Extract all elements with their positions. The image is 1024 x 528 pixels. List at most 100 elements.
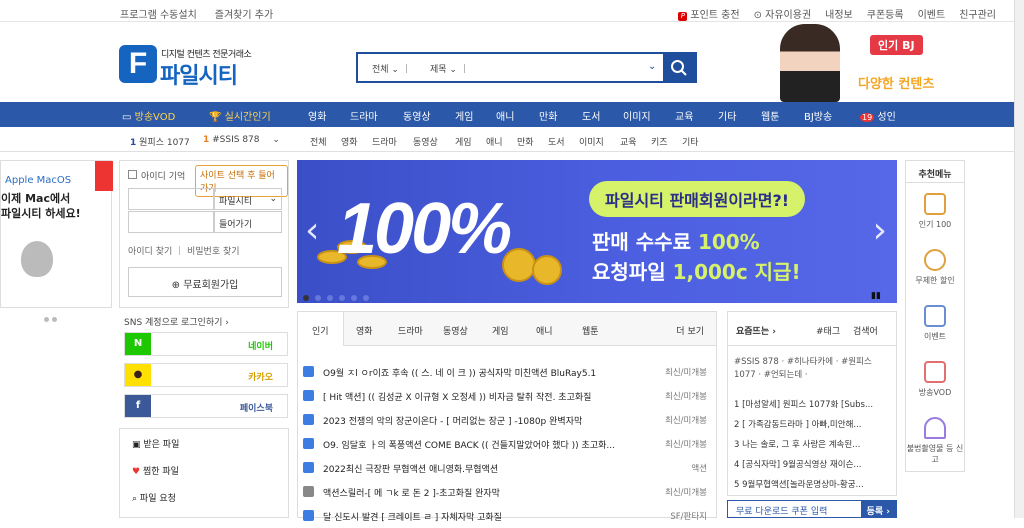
trending-item[interactable]: 3 나는 솔로, 그 후 사랑은 계속된... [734, 438, 894, 450]
list-item[interactable]: 달 신도시 발견 [ 크레이트 ㄹ ] 자체자막 고화질 SF/판타지 [303, 508, 713, 528]
wishlist-link[interactable]: ♥ 찜한 파일 [132, 464, 179, 477]
chevron-down-icon[interactable]: ⌄ [648, 61, 656, 72]
nav-drama[interactable]: 드라마 [350, 108, 378, 123]
nav-image[interactable]: 이미지 [623, 108, 651, 123]
tab-search-words[interactable]: 검색어 [853, 324, 878, 337]
trending-item[interactable]: 5 9월무협액션[놀라운명상마-황궁... [734, 478, 894, 490]
tab-webtoon[interactable]: 웹툰 [582, 324, 599, 337]
list-item[interactable]: 액션스릴러-[ 메 ㄱk 로 돈 2 ]-초고화질 완자막 최신/미개봉 [303, 484, 713, 504]
pager-dot[interactable] [351, 295, 357, 301]
subnav-cat[interactable]: 애니 [486, 135, 503, 148]
free-pass-link[interactable]: ⊙ 자유이용권 [754, 10, 812, 21]
nav-education[interactable]: 교육 [675, 108, 693, 123]
rec-event[interactable]: 이벤트 [906, 305, 964, 342]
tab-tag[interactable]: #태그 [816, 324, 840, 337]
pause-icon[interactable]: ▮▮ [871, 291, 881, 301]
coupon-input[interactable]: 무료 다운로드 쿠폰 입력 등록 › [727, 500, 897, 518]
pager-dot[interactable] [327, 295, 333, 301]
nav-etc[interactable]: 기타 [718, 108, 736, 123]
id-input[interactable] [128, 188, 214, 210]
subnav-cat[interactable]: 교육 [620, 135, 637, 148]
search-field-select[interactable]: 제목 ⌄ ｜ [430, 62, 469, 75]
rec-top100[interactable]: 인기 100 [906, 193, 964, 230]
search-box[interactable]: 전체 ⌄ ｜ 제목 ⌄ ｜ ⌄ [356, 52, 697, 83]
rank-item[interactable]: 1 원피스 1077 [130, 135, 190, 148]
tab-video[interactable]: 동영상 [443, 324, 468, 337]
subnav-cat[interactable]: 이미지 [579, 135, 604, 148]
pager-dot[interactable] [363, 295, 369, 301]
naver-login-button[interactable]: N 네이버 [124, 332, 288, 356]
nav-book[interactable]: 도서 [582, 108, 600, 123]
find-id-link[interactable]: 아이디 찾기 [128, 247, 172, 257]
nav-anime[interactable]: 애니 [496, 108, 514, 123]
subnav-cat[interactable]: 전체 [310, 135, 327, 148]
list-item[interactable]: O9. 임달호 ㅏ의 폭풍액션 COME BACK (( 건들지말았어야 했다 … [303, 436, 713, 456]
nav-comic[interactable]: 만화 [539, 108, 557, 123]
list-item[interactable]: 2022최신 극장판 무협액션 애니영화.무협액션 액션 [303, 460, 713, 480]
tab-movie[interactable]: 영화 [356, 324, 373, 337]
logo-title[interactable]: 파일시티 [160, 58, 238, 90]
popular-bj-badge[interactable]: 인기 BJ [870, 35, 923, 55]
nav-realtime-popular[interactable]: 🏆 실시간인기 [209, 108, 271, 123]
nav-bj-broadcast[interactable]: BJ방송 [804, 108, 832, 123]
chevron-left-icon[interactable]: ‹ [305, 210, 319, 251]
nav-adult[interactable]: 19 성인 [860, 108, 896, 123]
pager-dot[interactable] [339, 295, 345, 301]
rec-broadcast-vod[interactable]: 방송VOD [906, 361, 964, 398]
subnav-cat[interactable]: 만화 [517, 135, 534, 148]
subnav-cat[interactable]: 키즈 [651, 135, 668, 148]
nav-webtoon[interactable]: 웹툰 [761, 108, 779, 123]
main-slide-banner[interactable]: 100% 파일시티 판매회원이라면?! 판매 수수료 100% 요청파일 1,0… [297, 160, 897, 303]
subnav-cat[interactable]: 기타 [682, 135, 699, 148]
logo-icon[interactable]: F [119, 45, 157, 83]
trending-item[interactable]: 1 [마성알세] 원피스 1077화 [Subs... [734, 398, 894, 410]
pager-dot[interactable] [44, 317, 49, 322]
tab-drama[interactable]: 드라마 [398, 324, 423, 337]
bookmark-link[interactable]: 즐겨찾기 추가 [215, 10, 273, 21]
kakao-login-button[interactable]: ● 카카오 [124, 363, 288, 387]
find-password-link[interactable]: 비밀번호 찾기 [187, 247, 240, 257]
list-item[interactable]: 2023 전쟁의 악의 장군이온다 - [ 머리없는 장군 ] -1080p 완… [303, 412, 713, 432]
event-link[interactable]: 이벤트 [918, 10, 946, 21]
file-request-link[interactable]: ⌕ 파일 요청 [132, 491, 176, 504]
subnav-cat[interactable]: 동영상 [413, 135, 438, 148]
list-item[interactable]: [ Hit 액션] (( 김성균 X 이규형 X 오정세 )) 비자금 탈취 작… [303, 388, 713, 408]
pager-dot[interactable] [315, 295, 321, 301]
signup-button[interactable]: ⊕ 무료회원가입 [128, 267, 282, 297]
tab-trending[interactable]: 요즘뜨는 › [736, 324, 776, 337]
trending-tags[interactable]: #SSIS 878 · #히나타카에 · #원피스 1077 · #언되는데 · [734, 356, 894, 382]
nav-movie[interactable]: 영화 [308, 108, 326, 123]
point-charge-link[interactable]: P 포인트 충전 [678, 10, 740, 21]
nav-game[interactable]: 게임 [455, 108, 473, 123]
nav-video[interactable]: 동영상 [403, 108, 431, 123]
login-button[interactable]: 들어가기 [214, 211, 282, 233]
chevron-right-icon[interactable]: › [873, 210, 887, 251]
tab-game[interactable]: 게임 [492, 324, 509, 337]
trending-item[interactable]: 2 [ 가족감동드라마 ] 아빠,미안해... [734, 418, 894, 430]
ad-pager[interactable] [44, 314, 60, 325]
tab-popular[interactable]: 인기 [298, 312, 344, 346]
search-category-select[interactable]: 전체 ⌄ ｜ [372, 62, 411, 75]
rec-report[interactable]: 불법촬영물 등 신고 [906, 417, 964, 465]
install-link[interactable]: 프로그램 수동설치 [120, 10, 197, 21]
pager-dot[interactable] [303, 295, 309, 301]
macos-ad-banner[interactable]: Apple MacOS 이제 Mac에서 파일시티 하세요! [0, 160, 113, 308]
bj-banner-image[interactable] [780, 24, 840, 102]
more-link[interactable]: 더 보기 [676, 324, 704, 337]
trending-item[interactable]: 4 [공식자막] 9월공식영상 재이슨... [734, 458, 894, 470]
coupon-link[interactable]: 쿠폰등록 [867, 10, 904, 21]
subnav-cat[interactable]: 도서 [548, 135, 565, 148]
scrollbar[interactable] [1014, 0, 1024, 518]
coupon-register-button[interactable]: 등록 › [860, 501, 896, 517]
tab-anime[interactable]: 애니 [536, 324, 553, 337]
search-button[interactable] [663, 54, 695, 81]
site-select[interactable]: 파일시티 ⌄ [214, 188, 282, 210]
slide-pager[interactable] [303, 293, 375, 304]
list-item[interactable]: O9월 ㅈl ㅇr이죠 후속 (( 스. 네 이 크 )) 공식자막 미친액션 … [303, 364, 713, 384]
pager-dot[interactable] [52, 317, 57, 322]
friends-link[interactable]: 친구관리 [959, 10, 996, 21]
remember-id-checkbox[interactable] [128, 170, 137, 179]
rec-unlimited-discount[interactable]: 무제한 할인 [906, 249, 964, 286]
subnav-cat[interactable]: 영화 [341, 135, 358, 148]
password-input[interactable] [128, 211, 214, 233]
